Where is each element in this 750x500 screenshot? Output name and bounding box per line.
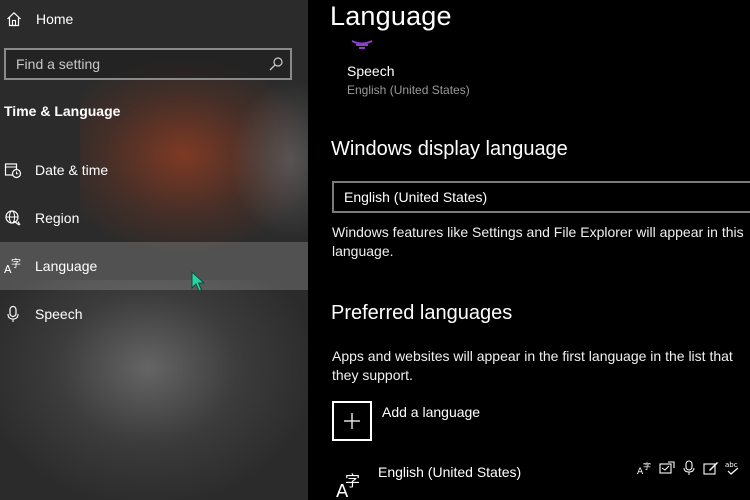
sidebar-item-region[interactable]: Region bbox=[0, 194, 308, 242]
language-icon: A 字 bbox=[336, 472, 360, 498]
spellcheck-feature-icon: abc bbox=[725, 461, 739, 475]
sidebar-item-date-time[interactable]: Date & time bbox=[0, 146, 308, 194]
home-label: Home bbox=[36, 11, 74, 27]
search-input[interactable] bbox=[6, 50, 256, 78]
calendar-clock-icon bbox=[4, 163, 22, 179]
svg-text:字: 字 bbox=[345, 472, 360, 490]
speech-value: English (United States) bbox=[347, 83, 470, 97]
speech-label: Speech bbox=[347, 63, 395, 79]
language-icon: A 字 bbox=[4, 257, 21, 275]
page-title: Language bbox=[330, 1, 452, 31]
mouse-cursor-icon bbox=[191, 271, 205, 292]
sidebar-item-label: Region bbox=[35, 210, 80, 226]
search-icon[interactable] bbox=[268, 56, 284, 72]
speech-icon bbox=[351, 40, 373, 49]
section-title: Time & Language bbox=[4, 103, 121, 119]
main-panel: Language Speech English (United States) … bbox=[308, 0, 750, 500]
search-box[interactable] bbox=[4, 48, 292, 80]
display-language-heading: Windows display language bbox=[331, 138, 568, 160]
preferred-languages-description: Apps and websites will appear in the fir… bbox=[332, 348, 733, 383]
globe-icon bbox=[5, 210, 21, 226]
svg-text:abc: abc bbox=[725, 461, 738, 469]
language-name: English (United States) bbox=[378, 464, 522, 480]
svg-text:字: 字 bbox=[643, 461, 651, 471]
display-language-feature-icon: A 字 bbox=[637, 461, 651, 476]
add-language-button[interactable] bbox=[332, 401, 372, 441]
dropdown-selected-value: English (United States) bbox=[344, 189, 488, 205]
preferred-languages-heading: Preferred languages bbox=[331, 302, 513, 324]
display-language-description: Windows features like Settings and File … bbox=[332, 224, 744, 259]
sidebar: Home Time & Language Date & time Region … bbox=[0, 0, 308, 500]
handwriting-feature-icon bbox=[703, 462, 718, 475]
svg-text:字: 字 bbox=[11, 257, 21, 270]
text-to-speech-feature-icon bbox=[659, 461, 675, 474]
speech-recognition-feature-icon bbox=[683, 460, 695, 475]
add-language-label[interactable]: Add a language bbox=[382, 404, 480, 420]
home-icon bbox=[7, 11, 21, 27]
sidebar-item-label: Date & time bbox=[35, 162, 109, 178]
sidebar-item-speech[interactable]: Speech bbox=[0, 290, 308, 338]
sidebar-item-label: Language bbox=[35, 258, 98, 274]
home-link[interactable]: Home bbox=[0, 4, 308, 34]
sidebar-item-language[interactable]: A 字 Language bbox=[0, 242, 308, 290]
language-list-item[interactable]: A 字 English (United States) A 字 abc bbox=[332, 458, 750, 500]
display-language-dropdown[interactable]: English (United States) bbox=[332, 181, 750, 213]
plus-icon bbox=[344, 413, 360, 429]
sidebar-item-label: Speech bbox=[35, 306, 83, 322]
microphone-icon bbox=[7, 305, 19, 322]
